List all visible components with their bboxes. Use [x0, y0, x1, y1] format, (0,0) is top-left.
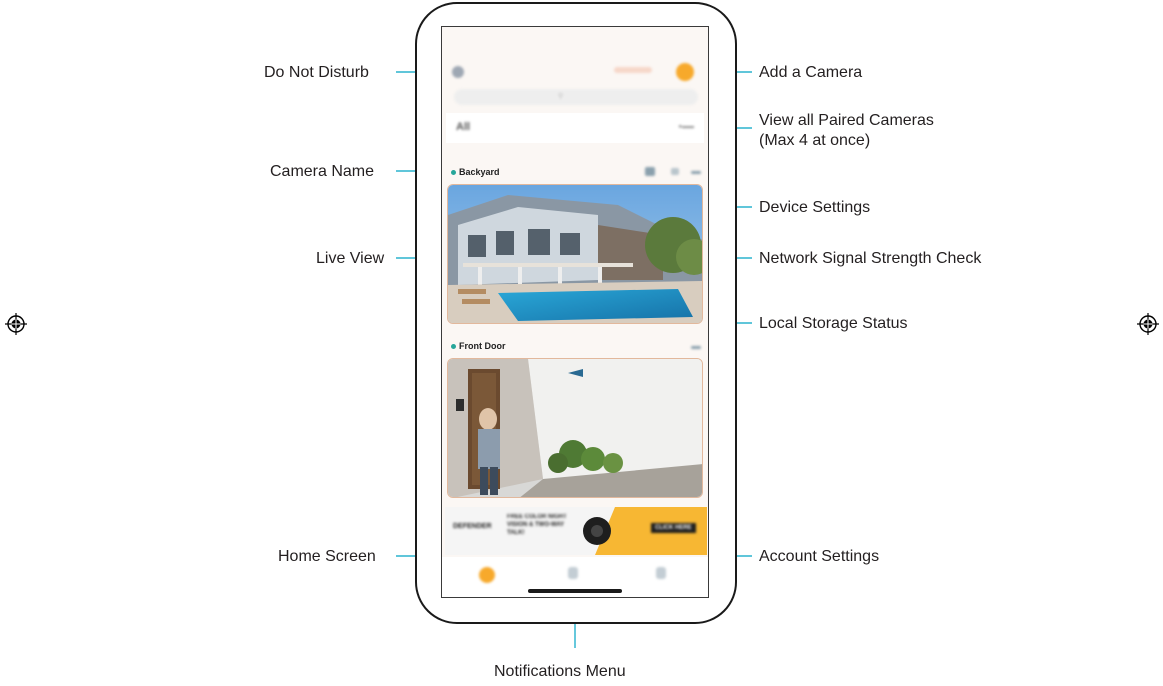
more-icon[interactable] — [691, 346, 701, 349]
live-view-front-door[interactable] — [447, 358, 703, 498]
search-bar[interactable]: ⚲ — [454, 89, 698, 105]
callout-notifications-menu: Notifications Menu — [494, 663, 626, 680]
backyard-image — [448, 185, 702, 323]
signal-icon[interactable] — [671, 168, 679, 175]
grid-view-icon[interactable]: ●▬▬ — [678, 124, 694, 130]
front-door-image — [448, 359, 702, 497]
callout-camera-name: Camera Name — [270, 163, 375, 180]
notifications-icon[interactable] — [568, 567, 578, 579]
callout-device-settings: Device Settings — [759, 199, 871, 216]
camera-filter-row: All ●▬▬ — [446, 113, 704, 143]
local-storage-icon[interactable] — [645, 167, 655, 176]
header-logo — [614, 67, 652, 73]
camera-name-front-door[interactable]: Front Door — [451, 341, 506, 351]
promo-cta-button[interactable]: CLICK HERE — [651, 523, 696, 533]
callout-view-all-line1: View all Paired Cameras — [759, 112, 934, 129]
more-icon[interactable] — [691, 171, 701, 174]
callout-local-storage: Local Storage Status — [759, 315, 908, 332]
promo-brand: DEFENDER — [453, 523, 492, 530]
promo-headline: FREE COLOR NIGHT VISION & TWO-WAY TALK! — [507, 514, 567, 536]
status-dot — [451, 344, 456, 350]
app-screen: ⚲ All ●▬▬ Backyard Front Door DEFENDER F… — [441, 26, 709, 598]
callout-do-not-disturb: Do Not Disturb — [264, 64, 369, 81]
search-icon: ⚲ — [558, 93, 564, 100]
do-not-disturb-icon[interactable] — [452, 66, 464, 78]
status-dot — [451, 170, 456, 176]
callout-account-settings: Account Settings — [759, 548, 880, 565]
registration-mark-icon — [1137, 313, 1159, 335]
callout-add-camera: Add a Camera — [759, 64, 863, 81]
live-view-backyard[interactable] — [447, 184, 703, 324]
filter-all-tab[interactable]: All — [456, 121, 470, 133]
camera-name-label: Backyard — [459, 167, 500, 177]
account-icon[interactable] — [656, 567, 666, 579]
camera-name-label: Front Door — [459, 341, 506, 351]
home-indicator — [528, 589, 622, 593]
callout-network-signal: Network Signal Strength Check — [759, 250, 982, 267]
callout-live-view: Live View — [316, 250, 385, 267]
callout-view-all-line2: (Max 4 at once) — [759, 132, 871, 149]
registration-mark-icon — [5, 313, 27, 335]
camera-name-backyard[interactable]: Backyard — [451, 167, 500, 177]
promo-banner[interactable]: DEFENDER FREE COLOR NIGHT VISION & TWO-W… — [445, 507, 707, 555]
callout-home-screen: Home Screen — [278, 548, 376, 565]
home-icon[interactable] — [479, 567, 495, 583]
add-camera-icon[interactable] — [676, 63, 694, 81]
